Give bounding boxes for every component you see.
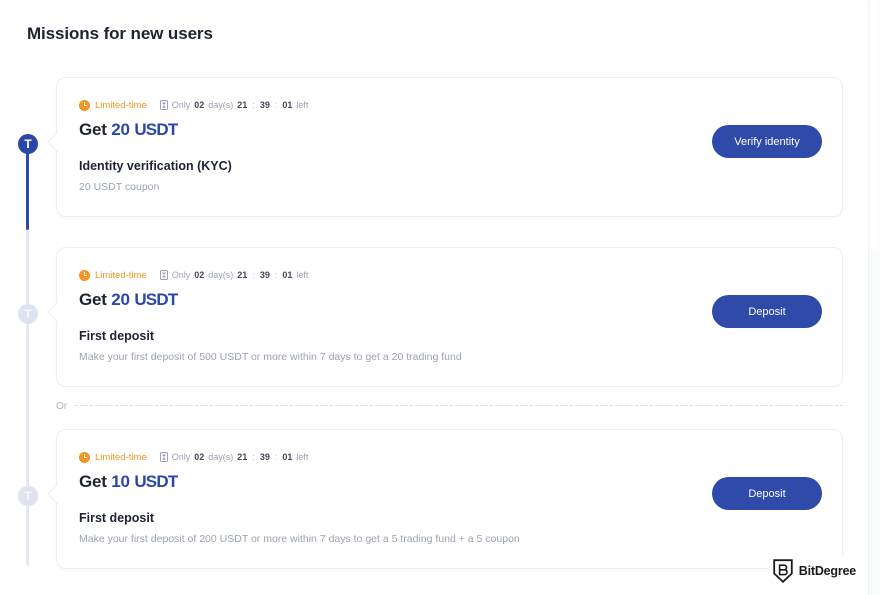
bitdegree-logo-icon [773,559,793,583]
verify-identity-button[interactable]: Verify identity [712,125,822,158]
countdown-prefix: Only [171,452,191,462]
clock-icon [79,99,90,111]
countdown-prefix: Only [171,270,191,280]
countdown-timer: Only 02 day(s) 21 : 39 : 01 left [159,452,309,462]
timeline-node-3: T [18,486,38,506]
mission-description: Make your first deposit of 500 USDT or m… [79,350,462,363]
mission-meta-row: Limited-time Only 02 day(s) 21 : 39 : 01… [79,268,818,282]
vertical-scrollbar[interactable] [868,0,880,595]
reward-amount: 20 [111,290,130,309]
countdown-days: 02 [194,270,205,280]
mission-name: First deposit [79,510,155,525]
countdown-seconds: 01 [282,270,293,280]
deposit-button[interactable]: Deposit [712,477,822,510]
countdown-timer: Only 02 day(s) 21 : 39 : 01 left [159,100,309,110]
countdown-days-unit: day(s) [208,452,234,462]
countdown-seconds: 01 [282,452,293,462]
countdown-hours: 21 [237,100,248,110]
countdown-minutes: 39 [259,100,270,110]
countdown-suffix: left [296,270,309,280]
mission-card: Limited-time Only 02 day(s) 21 : 39 : 01… [47,247,843,387]
countdown-days-unit: day(s) [208,270,234,280]
countdown-timer: Only 02 day(s) 21 : 39 : 01 left [159,270,309,280]
countdown-suffix: left [296,100,309,110]
mission-name: First deposit [79,328,155,343]
clock-icon [79,451,90,463]
countdown-separator: : [252,100,255,110]
limited-time-badge: Limited-time [79,451,147,463]
mission-description: Make your first deposit of 200 USDT or m… [79,532,520,545]
timeline-rail-progress [26,142,29,230]
mission-card: Limited-time Only 02 day(s) 21 : 39 : 01… [47,77,843,217]
hourglass-icon [159,270,168,280]
or-label: Or [56,400,68,412]
tether-icon: T [24,137,32,151]
countdown-hours: 21 [237,452,248,462]
countdown-hours: 21 [237,270,248,280]
limited-time-badge: Limited-time [79,99,147,111]
page-title: Missions for new users [27,24,213,43]
reward-prefix: Get [79,290,107,309]
reward-prefix: Get [79,472,107,491]
timeline-node-2: T [18,304,38,324]
limited-time-badge: Limited-time [79,269,147,281]
countdown-separator: : [252,452,255,462]
countdown-prefix: Only [171,100,191,110]
mission-name: Identity verification (KYC) [79,158,232,173]
limited-time-label: Limited-time [95,451,147,463]
divider-line [75,405,843,407]
countdown-separator: : [274,270,278,280]
reward-ticker: USDT [134,472,178,491]
scrollbar-thumb[interactable] [871,0,878,250]
hourglass-icon [159,452,168,462]
reward-amount: 20 [111,120,130,139]
reward-ticker: USDT [134,290,178,309]
countdown-seconds: 01 [282,100,293,110]
or-divider: Or [56,399,843,413]
tether-icon: T [24,307,32,321]
missions-page: Missions for new users T T T Limited-tim… [0,0,880,595]
mission-card: Limited-time Only 02 day(s) 21 : 39 : 01… [47,429,843,569]
countdown-days-unit: day(s) [208,100,234,110]
deposit-button[interactable]: Deposit [712,295,822,328]
tether-icon: T [24,489,32,503]
countdown-days: 02 [194,452,205,462]
hourglass-icon [159,100,168,110]
bitdegree-wordmark: BitDegree [798,564,856,578]
mission-reward: Get 20 USDT [79,290,818,310]
timeline-node-1: T [18,134,38,154]
limited-time-label: Limited-time [95,99,147,111]
mission-description: 20 USDT coupon [79,180,160,193]
countdown-suffix: left [296,452,309,462]
mission-reward: Get 20 USDT [79,120,818,140]
bitdegree-watermark: BitDegree [768,555,862,587]
reward-prefix: Get [79,120,107,139]
countdown-minutes: 39 [259,270,270,280]
mission-reward: Get 10 USDT [79,472,818,492]
countdown-days: 02 [194,100,205,110]
clock-icon [79,269,90,281]
reward-amount: 10 [111,472,130,491]
countdown-separator: : [274,452,278,462]
limited-time-label: Limited-time [95,269,147,281]
mission-timeline: T T T [18,130,38,570]
countdown-separator: : [252,270,255,280]
countdown-separator: : [274,100,278,110]
mission-meta-row: Limited-time Only 02 day(s) 21 : 39 : 01… [79,98,818,112]
countdown-minutes: 39 [259,452,270,462]
mission-meta-row: Limited-time Only 02 day(s) 21 : 39 : 01… [79,450,818,464]
reward-ticker: USDT [134,120,178,139]
